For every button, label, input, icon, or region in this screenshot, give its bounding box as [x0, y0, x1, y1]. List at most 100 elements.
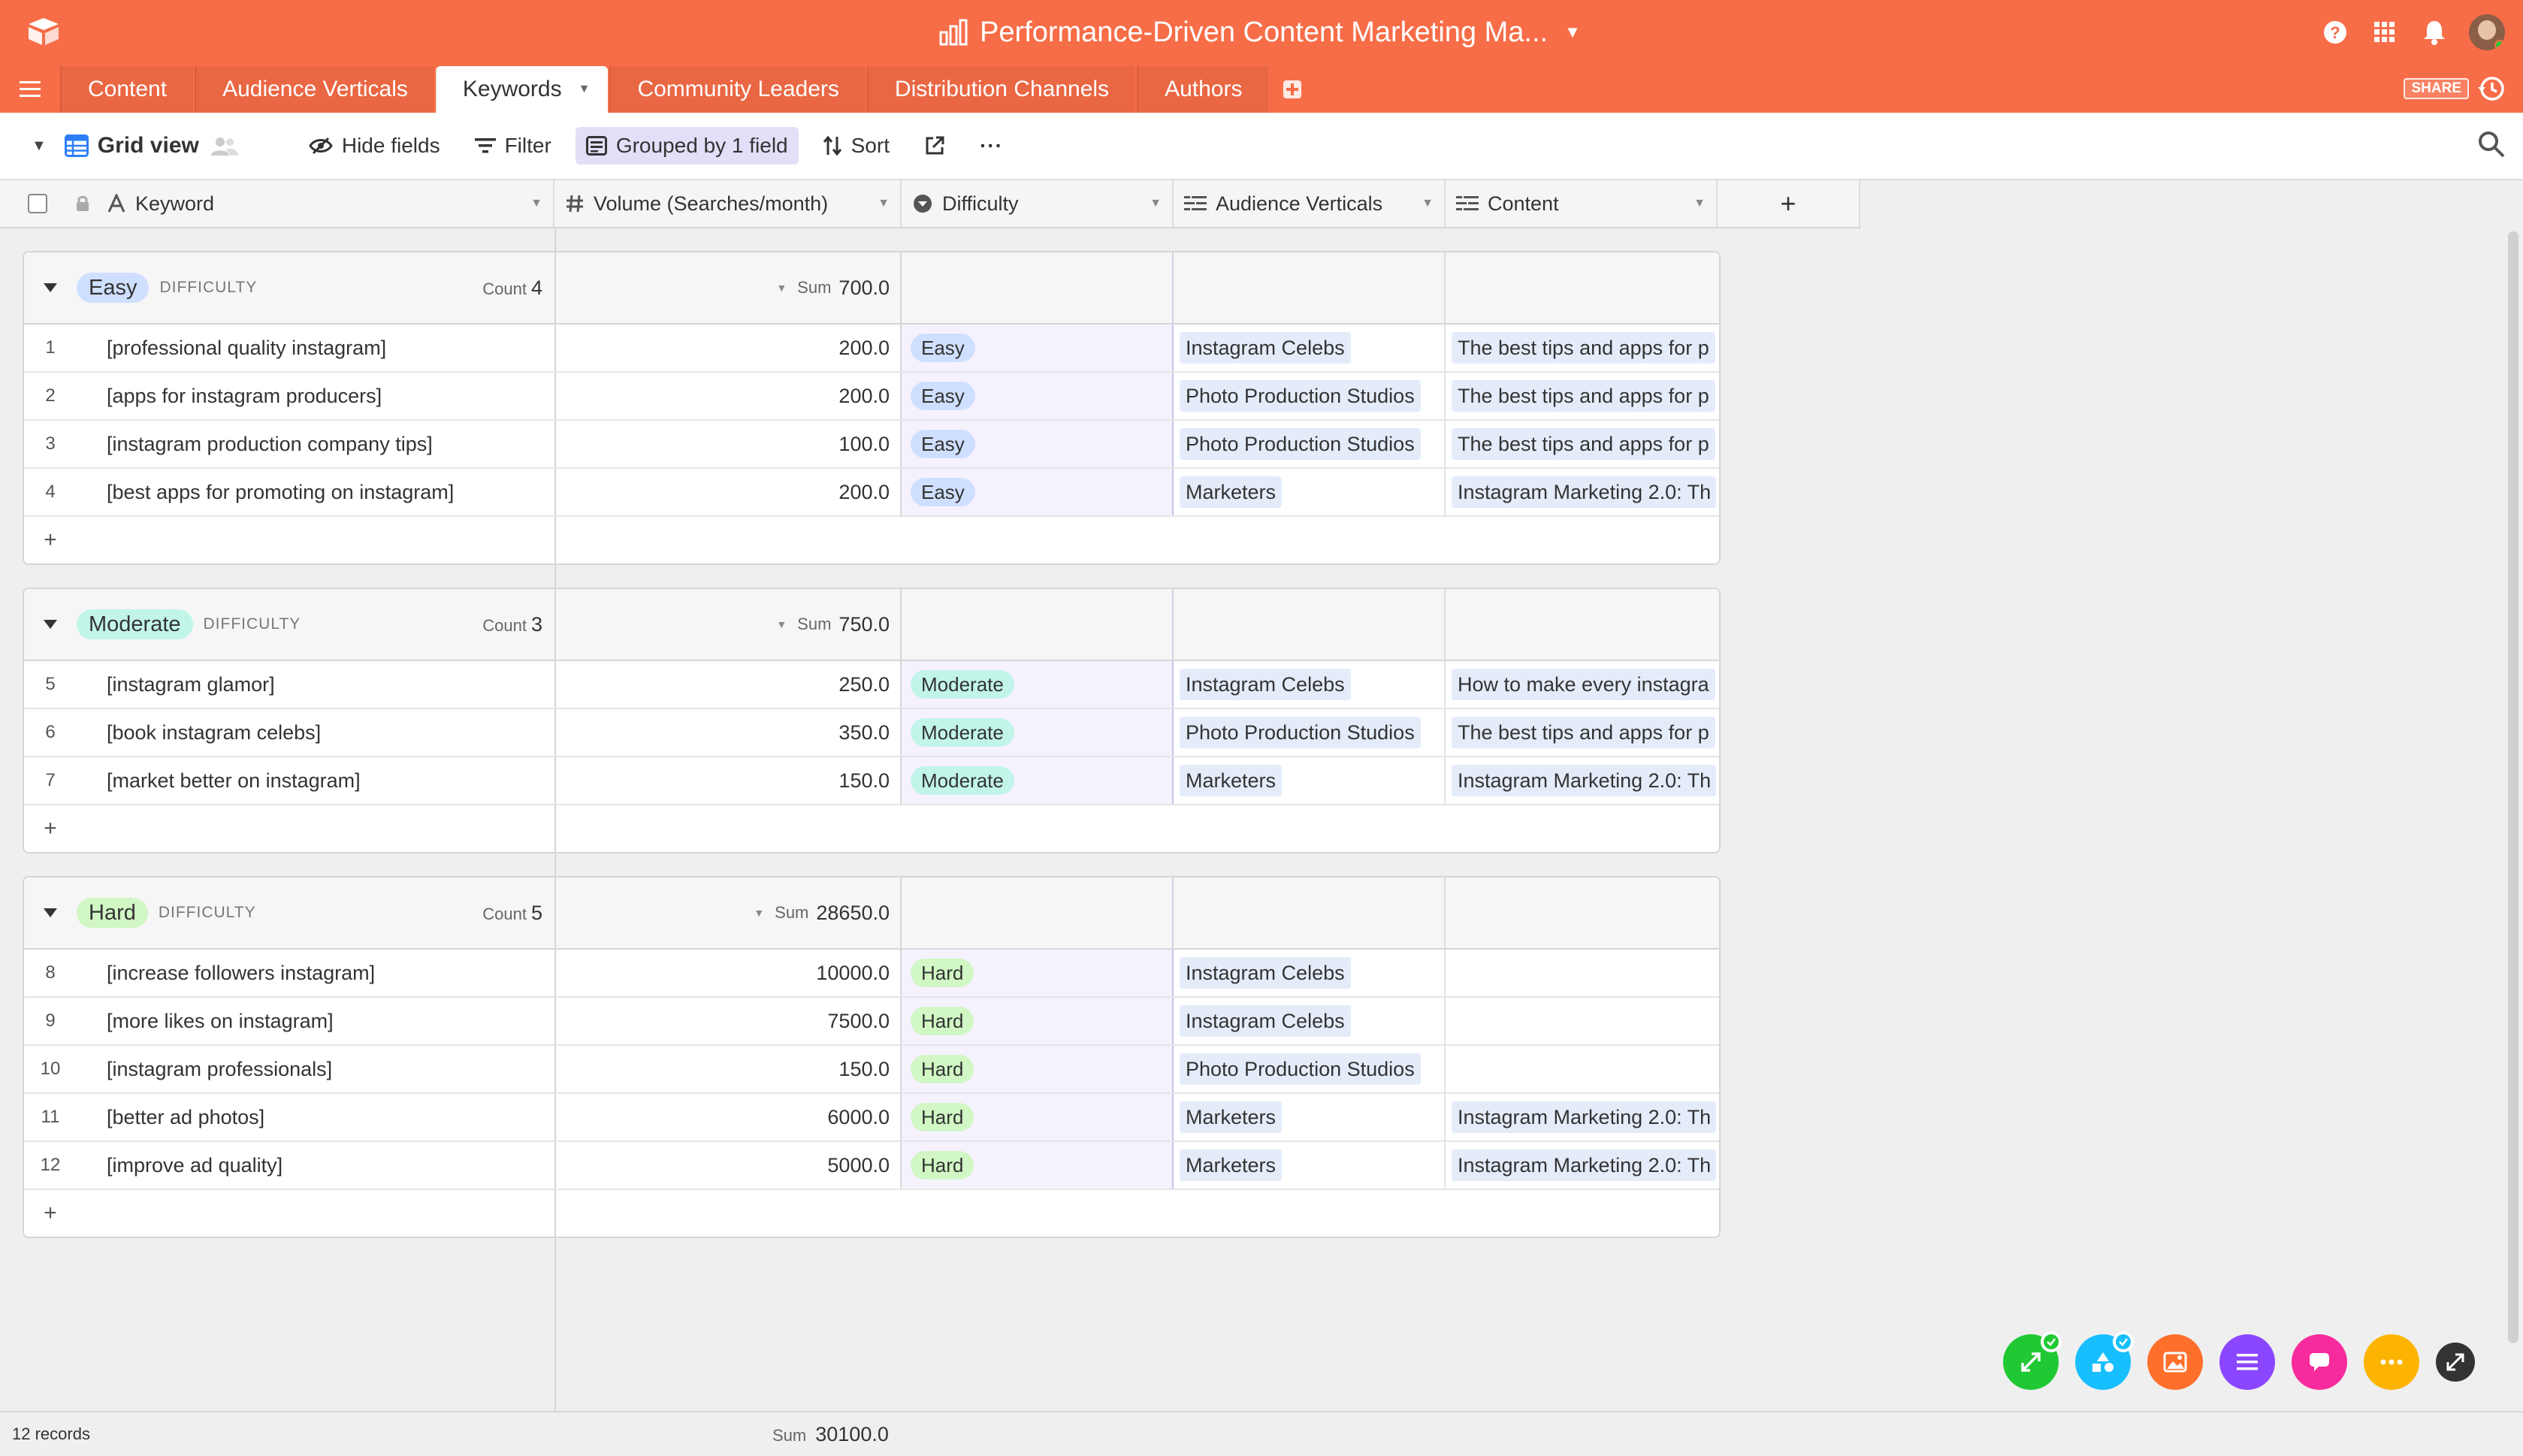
- content-cell[interactable]: How to make every instagra: [1446, 661, 1719, 708]
- share-button[interactable]: SHARE: [2404, 78, 2469, 99]
- chevron-down-icon[interactable]: ▼: [579, 83, 591, 96]
- content-cell[interactable]: Instagram Marketing 2.0: Th: [1446, 1142, 1719, 1189]
- more-icon[interactable]: [2364, 1334, 2419, 1390]
- chevron-down-icon[interactable]: ▼: [1150, 197, 1162, 210]
- table-row[interactable]: 12 [improve ad quality] 5000.0 Hard Mark…: [24, 1142, 1719, 1190]
- volume-cell[interactable]: 100.0: [556, 421, 902, 467]
- table-row[interactable]: 5 [instagram glamor] 250.0 Moderate Inst…: [24, 661, 1719, 709]
- audience-cell[interactable]: Photo Production Studios: [1174, 421, 1446, 467]
- keyword-cell[interactable]: [instagram professionals]: [77, 1046, 556, 1092]
- more-options-button[interactable]: ···: [969, 127, 1014, 165]
- group-sum[interactable]: ▼ Sum 750.0: [556, 589, 902, 660]
- difficulty-cell[interactable]: Easy: [902, 421, 1174, 467]
- difficulty-cell[interactable]: Moderate: [902, 757, 1174, 804]
- keyword-cell[interactable]: [professional quality instagram]: [77, 325, 556, 371]
- tab-distribution-channels[interactable]: Distribution Channels: [866, 66, 1136, 113]
- help-icon[interactable]: ?: [2319, 16, 2352, 49]
- volume-cell[interactable]: 6000.0: [556, 1094, 902, 1140]
- column-header-keyword[interactable]: Keyword ▼: [75, 180, 554, 227]
- list-icon[interactable]: [2219, 1334, 2275, 1390]
- airtable-logo-icon[interactable]: [26, 15, 62, 48]
- volume-cell[interactable]: 200.0: [556, 325, 902, 371]
- difficulty-cell[interactable]: Hard: [902, 998, 1174, 1044]
- shapes-icon[interactable]: [2075, 1331, 2134, 1390]
- add-row-button[interactable]: +: [24, 517, 1719, 563]
- table-row[interactable]: 6 [book instagram celebs] 350.0 Moderate…: [24, 709, 1719, 757]
- table-row[interactable]: 10 [instagram professionals] 150.0 Hard …: [24, 1046, 1719, 1094]
- chevron-down-icon[interactable]: ▼: [1694, 197, 1706, 210]
- history-icon[interactable]: [2476, 74, 2506, 104]
- chevron-down-icon[interactable]: ▼: [530, 197, 542, 210]
- difficulty-cell[interactable]: Moderate: [902, 709, 1174, 756]
- group-sum[interactable]: ▼ Sum 700.0: [556, 252, 902, 323]
- column-header-difficulty[interactable]: Difficulty ▼: [902, 180, 1174, 227]
- volume-cell[interactable]: 200.0: [556, 469, 902, 515]
- keyword-cell[interactable]: [book instagram celebs]: [77, 709, 556, 756]
- tab-content[interactable]: Content: [60, 66, 194, 113]
- bell-icon[interactable]: [2418, 16, 2451, 49]
- add-row-button[interactable]: +: [24, 1190, 1719, 1237]
- difficulty-cell[interactable]: Easy: [902, 469, 1174, 515]
- volume-cell[interactable]: 200.0: [556, 373, 902, 419]
- keyword-cell[interactable]: [apps for instagram producers]: [77, 373, 556, 419]
- volume-cell[interactable]: 5000.0: [556, 1142, 902, 1189]
- volume-cell[interactable]: 10000.0: [556, 950, 902, 996]
- difficulty-cell[interactable]: Easy: [902, 373, 1174, 419]
- keyword-cell[interactable]: [more likes on instagram]: [77, 998, 556, 1044]
- volume-cell[interactable]: 250.0: [556, 661, 902, 708]
- audience-cell[interactable]: Photo Production Studios: [1174, 1046, 1446, 1092]
- chevron-down-icon[interactable]: ▼: [1422, 197, 1434, 210]
- group-button[interactable]: Grouped by 1 field: [575, 127, 799, 165]
- audience-cell[interactable]: Marketers: [1174, 469, 1446, 515]
- difficulty-cell[interactable]: Hard: [902, 1094, 1174, 1140]
- chevron-down-icon[interactable]: ▼: [878, 197, 890, 210]
- audience-cell[interactable]: Photo Production Studios: [1174, 709, 1446, 756]
- content-cell[interactable]: The best tips and apps for p: [1446, 325, 1719, 371]
- table-row[interactable]: 7 [market better on instagram] 150.0 Mod…: [24, 757, 1719, 805]
- difficulty-cell[interactable]: Hard: [902, 1142, 1174, 1189]
- tab-keywords[interactable]: Keywords ▼: [435, 66, 609, 113]
- group-header[interactable]: Hard DIFFICULTY Count 5 ▼ Sum 28650.0: [24, 878, 1719, 950]
- audience-cell[interactable]: Instagram Celebs: [1174, 661, 1446, 708]
- add-row-button[interactable]: +: [24, 805, 1719, 852]
- difficulty-cell[interactable]: Easy: [902, 325, 1174, 371]
- view-switcher[interactable]: Grid view: [54, 127, 249, 165]
- audience-cell[interactable]: Marketers: [1174, 1142, 1446, 1189]
- group-sum[interactable]: ▼ Sum 28650.0: [556, 878, 902, 948]
- table-row[interactable]: 8 [increase followers instagram] 10000.0…: [24, 950, 1719, 998]
- group-header[interactable]: Moderate DIFFICULTY Count 3 ▼ Sum 750.0: [24, 589, 1719, 661]
- user-avatar[interactable]: [2469, 14, 2505, 50]
- add-field-button[interactable]: +: [1718, 180, 1860, 227]
- hamburger-menu-icon[interactable]: [0, 66, 60, 113]
- select-all-checkbox[interactable]: [0, 180, 75, 227]
- table-row[interactable]: 9 [more likes on instagram] 7500.0 Hard …: [24, 998, 1719, 1046]
- keyword-cell[interactable]: [instagram production company tips]: [77, 421, 556, 467]
- group-header[interactable]: Easy DIFFICULTY Count 4 ▼ Sum 700.0: [24, 252, 1719, 325]
- tab-authors[interactable]: Authors: [1137, 66, 1269, 113]
- filter-button[interactable]: Filter: [464, 127, 562, 165]
- content-cell[interactable]: The best tips and apps for p: [1446, 709, 1719, 756]
- collapse-group-icon[interactable]: [24, 282, 77, 294]
- collapse-group-icon[interactable]: [24, 907, 77, 919]
- fullscreen-icon[interactable]: [2436, 1343, 2475, 1382]
- audience-cell[interactable]: Marketers: [1174, 757, 1446, 804]
- difficulty-cell[interactable]: Hard: [902, 1046, 1174, 1092]
- audience-cell[interactable]: Instagram Celebs: [1174, 998, 1446, 1044]
- chat-icon[interactable]: [2292, 1334, 2347, 1390]
- content-cell[interactable]: [1446, 998, 1719, 1044]
- column-header-content[interactable]: Content ▼: [1446, 180, 1718, 227]
- image-icon[interactable]: [2147, 1334, 2203, 1390]
- collapse-group-icon[interactable]: [24, 618, 77, 630]
- volume-cell[interactable]: 350.0: [556, 709, 902, 756]
- table-row[interactable]: 11 [better ad photos] 6000.0 Hard Market…: [24, 1094, 1719, 1142]
- content-cell[interactable]: The best tips and apps for p: [1446, 421, 1719, 467]
- table-row[interactable]: 3 [instagram production company tips] 10…: [24, 421, 1719, 469]
- content-cell[interactable]: [1446, 950, 1719, 996]
- content-cell[interactable]: Instagram Marketing 2.0: Th: [1446, 469, 1719, 515]
- keyword-cell[interactable]: [improve ad quality]: [77, 1142, 556, 1189]
- content-cell[interactable]: Instagram Marketing 2.0: Th: [1446, 757, 1719, 804]
- share-view-button[interactable]: [914, 127, 956, 165]
- volume-cell[interactable]: 7500.0: [556, 998, 902, 1044]
- sort-button[interactable]: Sort: [812, 127, 900, 165]
- vertical-scrollbar[interactable]: [2508, 231, 2518, 1343]
